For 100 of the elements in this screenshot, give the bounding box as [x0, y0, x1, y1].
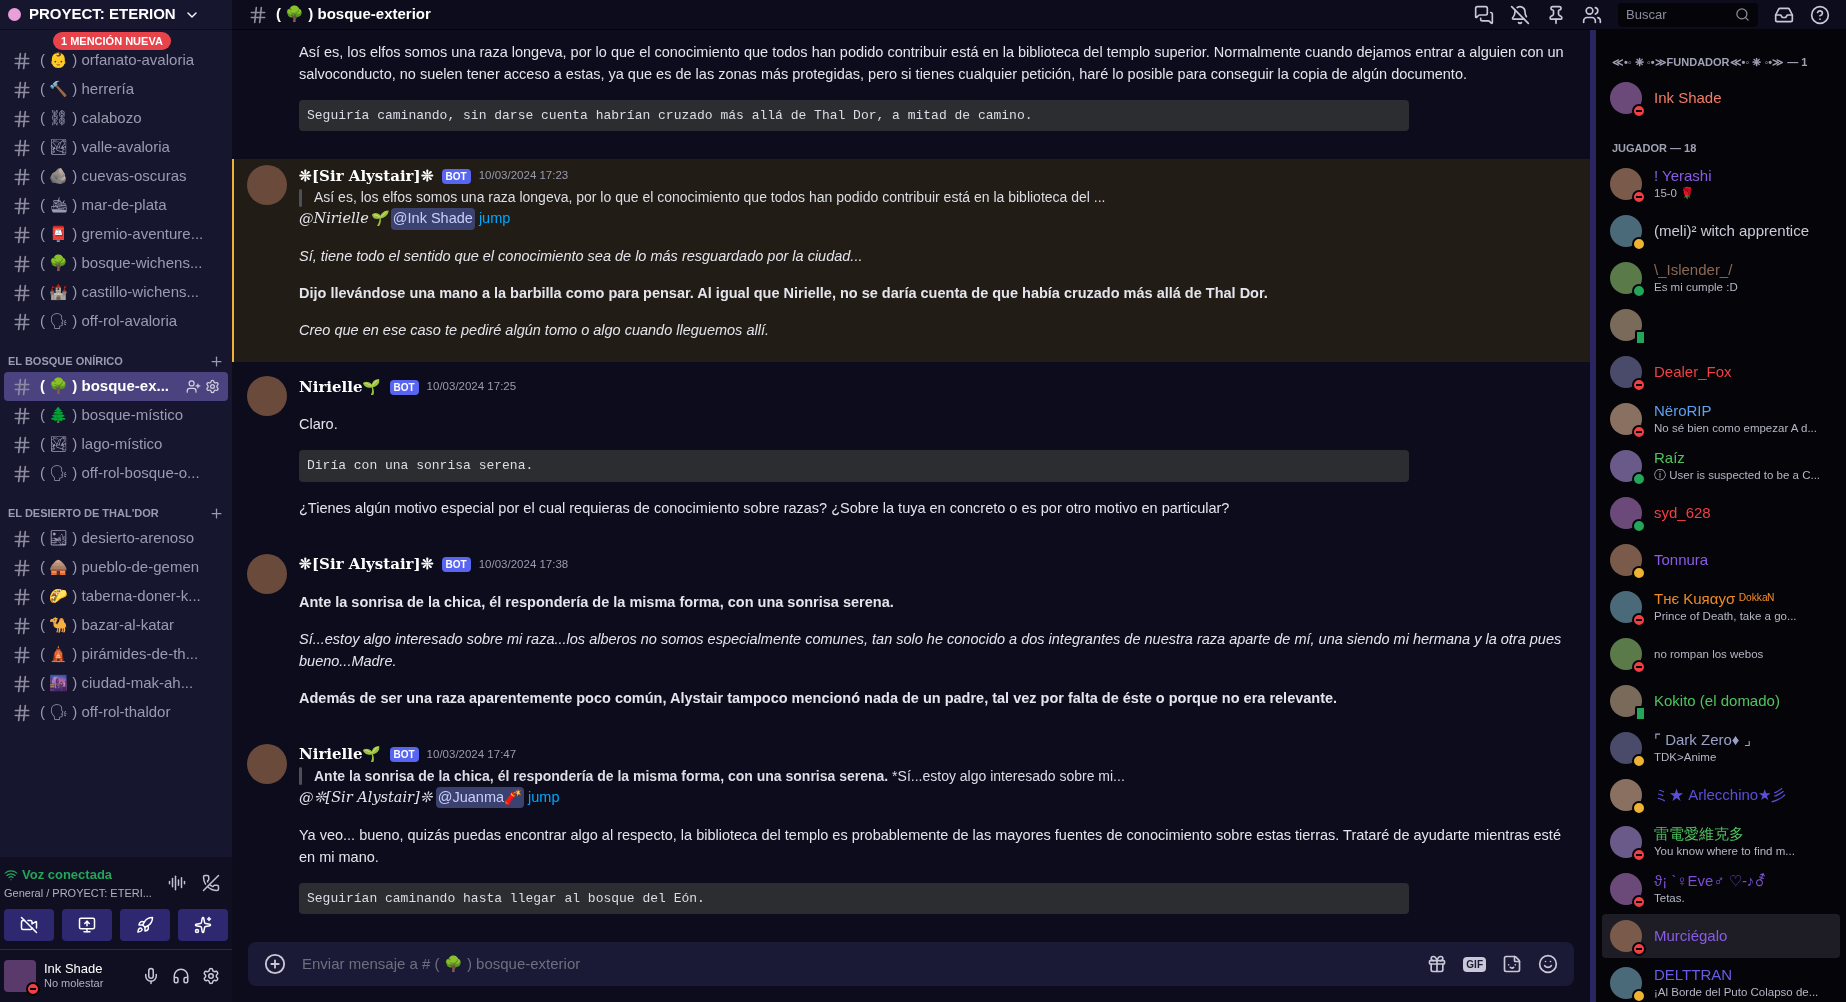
member-item[interactable]: Тнє Kuяαуσ ᴰᵒᵏᵏᵃᴺ Prince of Death, take a go...: [1602, 585, 1840, 629]
member-status-text: Tetas.: [1654, 891, 1686, 906]
channel-item[interactable]: ( 🌳 ) bosque-wichens...: [4, 249, 228, 278]
message-text: Así es, los elfos somos una raza longeva, por lo que el conocimiento que todos han podido contribuir está en la biblioteca del templo superior. Normalmente cuando dejamos entrar a alguien con un salvoconducto, no suelen tener acceso a estas, ya que es de las zonas más protegidas, pero si tienes cualquier petición, haré lo posible para conseguir la copia de algún documento.: [299, 42, 1565, 84]
author-avatar[interactable]: [247, 376, 287, 416]
member-item[interactable]: 雷電愛維克多 You know where to find m...: [1602, 820, 1840, 864]
members-icon[interactable]: [1582, 4, 1602, 25]
add-channel-icon[interactable]: [209, 505, 224, 521]
user-mention[interactable]: @Juanma🧨: [435, 786, 525, 809]
mobile-status-icon: [1635, 330, 1646, 345]
voice-location: General / PROYECT: ETERI...: [4, 885, 152, 901]
mention-badge[interactable]: 1 MENCIÓN NUEVA: [53, 32, 171, 50]
add-channel-icon[interactable]: [209, 353, 224, 369]
channel-item[interactable]: ( 🐪 ) bazar-al-katar: [4, 611, 228, 640]
channel-item[interactable]: ( ⛓ ) calabozo: [4, 104, 228, 133]
channel-name: ( 🌳 ) bosque-ex...: [40, 376, 169, 397]
server-header[interactable]: PROYECT: ETERION: [0, 0, 232, 30]
channel-item[interactable]: ( 🗣 ) off-rol-bosque-o...: [4, 459, 228, 488]
author-name[interactable]: Nirielle🌱: [299, 743, 382, 766]
channel-item[interactable]: ( 🛕 ) pirámides-de-th...: [4, 640, 228, 669]
category-label[interactable]: EL BOSQUE ONÍRICO: [8, 352, 123, 370]
channel-item[interactable]: ( 🛳 ) mar-de-plata: [4, 191, 228, 220]
hash-icon: [12, 702, 32, 723]
member-name: Murciégalo: [1654, 926, 1728, 946]
audio-icon[interactable]: [168, 874, 186, 892]
member-name: Ink Shade: [1654, 88, 1722, 108]
author-name[interactable]: Nirielle🌱: [299, 375, 382, 399]
member-item[interactable]: Ink Shade: [1602, 76, 1840, 120]
channel-item[interactable]: ( 🌳 ) bosque-ex...: [4, 372, 228, 401]
author-avatar[interactable]: [247, 743, 287, 784]
author-avatar[interactable]: [247, 553, 287, 594]
member-item[interactable]: ! Yerashi 15-0 🌹: [1602, 162, 1840, 206]
member-item[interactable]: ミ★ Arlecchino★彡: [1602, 773, 1840, 817]
member-status-text: TDK>Anime: [1654, 750, 1718, 765]
channel-item[interactable]: ( 🏞 ) valle-avaloria: [4, 133, 228, 162]
gift-icon[interactable]: [1427, 954, 1448, 974]
channel-item[interactable]: ( 🗣 ) off-rol-avaloria: [4, 307, 228, 336]
pin-icon[interactable]: [1546, 4, 1566, 25]
member-item[interactable]: DELTTRAN ¡Al Borde del Puto Colapso de...: [1602, 961, 1840, 1002]
member-item[interactable]: ⌜ Dark Zero♦ ⌟ TDK>Anime: [1602, 726, 1840, 770]
channel-item[interactable]: ( 🌲 ) bosque-místico: [4, 401, 228, 430]
member-item[interactable]: syd_628: [1602, 491, 1840, 535]
muted-bell-icon[interactable]: [1510, 4, 1530, 25]
bot-tag: BOT: [389, 747, 419, 762]
quote-text: Ante la sonrisa de la chica, él respondería de la misma forma, con una sonrisa serena. *Sí...estoy algo interesado sobre mi...: [314, 766, 1125, 786]
member-item[interactable]: \_Islender_/ Es mi cumple :D: [1602, 256, 1840, 300]
channel-title: ( 🌳 ) bosque-exterior: [276, 4, 431, 25]
soundboard-button[interactable]: [178, 909, 228, 941]
channel-item[interactable]: ( 🌆 ) ciudad-mak-ah...: [4, 669, 228, 698]
help-icon[interactable]: [1810, 4, 1830, 25]
channel-item[interactable]: ( 🗣 ) off-rol-thaldor: [4, 698, 228, 727]
voice-status: Voz conectada: [22, 866, 113, 884]
message-composer[interactable]: Enviar mensaje a # ( 🌳 ) bosque-exterior GIF: [248, 942, 1574, 986]
activity-button[interactable]: [120, 909, 170, 941]
channel-item[interactable]: ( 🛖 ) pueblo-de-gemen: [4, 553, 228, 582]
member-item[interactable]: Dealer_Fox: [1602, 350, 1840, 394]
member-item[interactable]: (meli)² witch apprentice: [1602, 209, 1840, 253]
member-item[interactable]: Raíz ⓘ User is suspected to be a C...: [1602, 444, 1840, 488]
hash-icon: [12, 224, 32, 245]
microphone-icon[interactable]: [142, 967, 160, 985]
channel-name: ( ⛓ ) calabozo: [40, 108, 142, 129]
channel-item[interactable]: ( 🌮 ) taberna-doner-k...: [4, 582, 228, 611]
category-label[interactable]: EL DESIERTO DE THAL'DOR: [8, 504, 159, 522]
sticker-icon[interactable]: [1502, 954, 1522, 974]
message-input[interactable]: Enviar mensaje a # ( 🌳 ) bosque-exterior: [302, 952, 1412, 976]
channel-item[interactable]: ( 📮 ) gremio-aventure...: [4, 220, 228, 249]
member-item[interactable]: Kokito (el domado): [1602, 679, 1840, 723]
member-item[interactable]: Tonnura: [1602, 538, 1840, 582]
hash-icon: [12, 195, 32, 216]
channel-name: ( 🌆 ) ciudad-mak-ah...: [40, 673, 194, 694]
disconnect-icon[interactable]: [202, 874, 220, 892]
channel-item[interactable]: ( 🏰 ) castillo-wichens...: [4, 278, 228, 307]
member-name: Тнє Kuяαуσ ᴰᵒᵏᵏᵃᴺ: [1654, 590, 1775, 610]
headphones-icon[interactable]: [172, 967, 190, 985]
threads-icon[interactable]: [1474, 4, 1494, 25]
reply-author: @Nirielle🌱: [299, 209, 387, 229]
settings-icon[interactable]: [202, 967, 220, 985]
search-field[interactable]: Buscar: [1618, 2, 1758, 27]
screen-share-button[interactable]: [62, 909, 112, 941]
member-item[interactable]: ϑ¡ ˋ♀Eve♂ ♡-♪⚦ Tetas.: [1602, 867, 1840, 911]
member-item[interactable]: Murciégalo: [1602, 914, 1840, 958]
channel-item[interactable]: ( 🏜 ) desierto-arenoso: [4, 524, 228, 553]
message-text: Ante la sonrisa de la chica, él respondería de la misma forma, con una sonrisa serena.: [299, 592, 895, 612]
jump-link[interactable]: jump: [478, 208, 511, 230]
gif-button[interactable]: GIF: [1463, 956, 1486, 972]
user-mention[interactable]: @Ink Shade: [390, 208, 475, 230]
member-item[interactable]: NëroRIP No sé bien como empezar A d...: [1602, 397, 1840, 441]
channel-item[interactable]: ( 🏞 ) lago-místico: [4, 430, 228, 459]
emoji-icon[interactable]: [1538, 954, 1558, 974]
channel-item[interactable]: ( 🪨 ) cuevas-oscuras: [4, 162, 228, 191]
camera-button[interactable]: [4, 909, 54, 941]
jump-link[interactable]: jump: [528, 786, 560, 809]
invite-icon[interactable]: [186, 379, 201, 394]
add-icon[interactable]: [264, 953, 286, 975]
member-item[interactable]: no rompan los webos: [1602, 632, 1840, 676]
channel-item[interactable]: ( 🔨 ) herrería: [4, 75, 228, 104]
author-name[interactable]: ❊[Sir Alystair]❊: [299, 553, 434, 576]
message-text: Dijo llevándose una mano a la barbilla como para pensar. Al igual que Nirielle, no se daría cuenta de que había cruzado más allá de Thal Dor.: [299, 284, 1269, 303]
author-name[interactable]: ❊[Sir Alystair]❊: [299, 164, 434, 188]
settings-icon[interactable]: [205, 379, 220, 394]
